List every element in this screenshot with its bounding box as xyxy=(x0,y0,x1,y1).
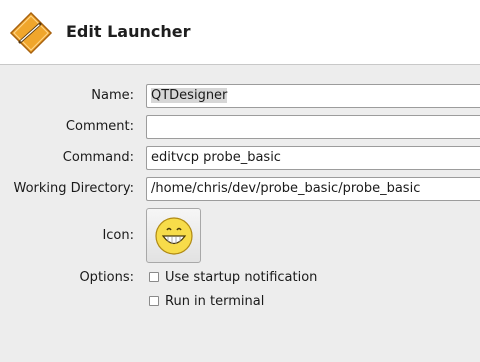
icon-picker-button[interactable] xyxy=(146,208,201,263)
command-label: Command: xyxy=(62,150,134,165)
command-field[interactable]: editvcp probe_basic xyxy=(146,146,480,170)
comment-label: Comment: xyxy=(65,119,134,134)
startup-notification-checkbox[interactable] xyxy=(149,271,159,282)
dialog-title: Edit Launcher xyxy=(66,22,191,41)
startup-notification-label: Use startup notification xyxy=(165,270,318,285)
icon-label: Icon: xyxy=(102,228,134,243)
comment-field[interactable] xyxy=(146,115,480,139)
run-in-terminal-option[interactable]: Run in terminal xyxy=(149,294,264,309)
startup-notification-option[interactable]: Use startup notification xyxy=(149,270,317,285)
name-value: QTDesigner xyxy=(151,88,228,103)
command-value: editvcp probe_basic xyxy=(151,150,281,165)
launcher-diamond-icon xyxy=(9,11,53,55)
name-field[interactable]: QTDesigner xyxy=(146,84,480,108)
name-label: Name: xyxy=(91,88,134,103)
run-in-terminal-checkbox[interactable] xyxy=(149,295,159,306)
run-in-terminal-label: Run in terminal xyxy=(165,294,265,309)
working-directory-value: /home/chris/dev/probe_basic/probe_basic xyxy=(151,181,421,196)
working-directory-field[interactable]: /home/chris/dev/probe_basic/probe_basic xyxy=(146,177,480,201)
grin-emoji-icon xyxy=(155,217,193,255)
options-label: Options: xyxy=(79,270,134,285)
working-directory-label: Working Directory: xyxy=(13,181,134,196)
dialog-header: Edit Launcher xyxy=(0,0,480,65)
